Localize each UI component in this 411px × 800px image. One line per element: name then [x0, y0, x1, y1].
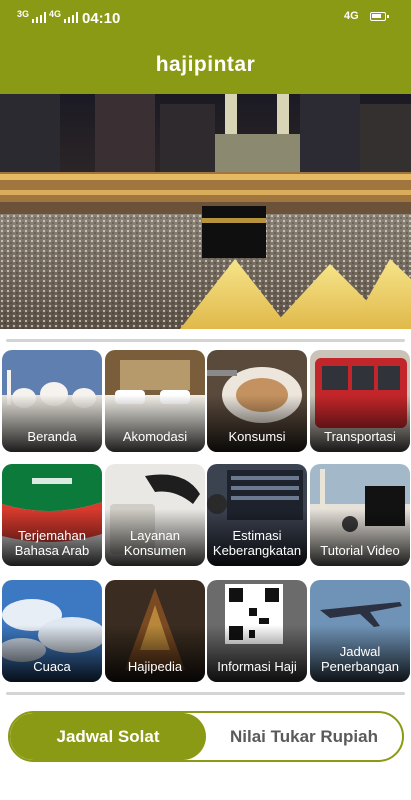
status-bar: 3G 4G 04:10 4G [0, 0, 411, 36]
divider [6, 339, 405, 342]
app-title: hajipintar [155, 53, 256, 76]
signal-icon [64, 12, 78, 23]
menu-tile-label: Cuaca [33, 659, 71, 674]
menu-tile-tutorial-video[interactable]: Tutorial Video [310, 464, 410, 566]
menu-tile-label: Jadwal Penerbangan [320, 644, 400, 674]
divider [6, 692, 405, 695]
menu-tile-label: Informasi Haji [217, 659, 297, 674]
network-type: 4G [344, 10, 359, 22]
menu-tile-jadwal-penerbangan[interactable]: Jadwal Penerbangan [310, 580, 410, 682]
menu-tile-beranda[interactable]: Beranda [2, 350, 102, 452]
tab-jadwal-solat[interactable]: Jadwal Solat [10, 713, 206, 760]
menu-tile-label: Konsumsi [228, 429, 286, 444]
menu-tile-informasi-haji[interactable]: Informasi Haji [207, 580, 307, 682]
menu-tile-label: Akomodasi [122, 429, 188, 444]
sim2-type: 4G [49, 9, 62, 19]
menu-tile-terjemahan[interactable]: Terjemahan Bahasa Arab [2, 464, 102, 566]
menu-tile-label: Transportasi [324, 429, 396, 444]
menu-tile-estimasi[interactable]: Estimasi Keberangkatan [207, 464, 307, 566]
menu-tile-akomodasi[interactable]: Akomodasi [105, 350, 205, 452]
sim1-type: 3G [17, 9, 30, 19]
menu-tile-konsumsi[interactable]: Konsumsi [207, 350, 307, 452]
signal-icon [32, 12, 46, 23]
menu-tile-layanan-konsumen[interactable]: Layanan Konsumen [105, 464, 205, 566]
menu-tile-hajipedia[interactable]: Hajipedia [105, 580, 205, 682]
hero-image [0, 94, 411, 329]
menu-tile-label: Tutorial Video [320, 543, 400, 558]
battery-icon [370, 12, 389, 21]
menu-tile-label: Estimasi Keberangkatan [212, 528, 302, 558]
tab-nilai-tukar-rupiah[interactable]: Nilai Tukar Rupiah [206, 713, 402, 760]
menu-tile-cuaca[interactable]: Cuaca [2, 580, 102, 682]
menu-tile-label: Hajipedia [127, 659, 183, 674]
menu-tile-label: Layanan Konsumen [123, 528, 187, 558]
clock: 04:10 [82, 10, 121, 27]
app-header: hajipintar [0, 36, 411, 94]
menu-tile-label: Beranda [27, 429, 77, 444]
kaaba-mecca-photo [0, 94, 411, 329]
info-toggle: Jadwal Solat Nilai Tukar Rupiah [8, 711, 404, 762]
menu-tile-label: Terjemahan Bahasa Arab [14, 528, 90, 558]
menu-tile-transportasi[interactable]: Transportasi [310, 350, 410, 452]
